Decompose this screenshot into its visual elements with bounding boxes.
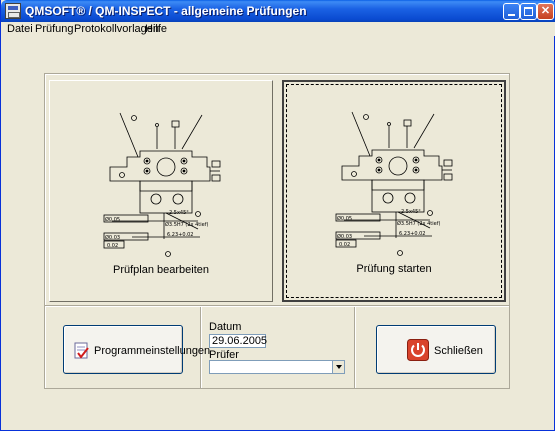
window-title: QMSOFT® / QM-INSPECT - allgemeine Prüfun…: [25, 4, 307, 18]
inspector-select[interactable]: [209, 360, 345, 374]
close-label: Schließen: [434, 345, 483, 357]
maximize-icon: [524, 7, 533, 16]
dim-tol1: Ø0.05: [337, 215, 352, 222]
app-icon[interactable]: [5, 3, 21, 19]
power-icon: [407, 339, 429, 361]
technical-drawing-icon: 2.5x45° Ø3.5H7 (2x 4tief) 6.23+0.02 Ø0.0…: [103, 112, 221, 257]
dim-chamfer: 2.5x45°: [169, 210, 189, 216]
dim-tol3: 0.02: [339, 242, 350, 248]
technical-drawing-icon: 2.5x45° Ø3.5H7 (2x 4tief) 6.23+0.02 Ø0.0…: [335, 111, 453, 256]
minimize-button[interactable]: [503, 3, 520, 20]
close-window-button[interactable]: ✕: [537, 3, 554, 20]
date-field[interactable]: 29.06.2005: [209, 334, 267, 348]
dim-tol3: 0.02: [107, 243, 118, 249]
start-test-label: Prüfung starten: [356, 263, 432, 275]
section-divider: [45, 305, 509, 307]
chevron-down-icon[interactable]: [332, 361, 344, 373]
edit-plan-panel[interactable]: 2.5x45° Ø3.5H7 (2x 4tief) 6.23+0.02 Ø0.0…: [49, 80, 273, 302]
dim-chamfer: 2.5x45°: [401, 209, 421, 215]
dim-depth: 6.23+0.02: [167, 232, 193, 238]
section-divider-right: [354, 307, 356, 388]
dim-hole: Ø3.5H7 (2x 4tief): [397, 220, 440, 227]
maximize-button[interactable]: [520, 3, 537, 20]
main-window: QMSOFT® / QM-INSPECT - allgemeine Prüfun…: [0, 0, 555, 431]
close-icon: ✕: [540, 5, 551, 17]
title-bar[interactable]: QMSOFT® / QM-INSPECT - allgemeine Prüfun…: [1, 0, 555, 22]
menu-pruefung[interactable]: Prüfung: [35, 23, 74, 35]
start-test-panel[interactable]: 2.5x45° Ø3.5H7 (2x 4tief) 6.23+0.02 Ø0.0…: [282, 80, 506, 302]
program-settings-button[interactable]: Programmeinstellungen: [63, 325, 210, 374]
edit-plan-label: Prüfplan bearbeiten: [112, 264, 209, 276]
program-settings-label: Programmeinstellungen: [94, 345, 211, 357]
dim-depth: 6.23+0.02: [399, 231, 425, 237]
menu-bar: Datei Prüfung Protokollvorlagen Hilfe: [2, 22, 555, 36]
date-label: Datum: [209, 321, 242, 333]
dim-tol2: Ø0.03: [337, 233, 352, 240]
menu-datei[interactable]: Datei: [7, 23, 33, 35]
dim-tol2: Ø0.03: [105, 234, 120, 241]
close-button[interactable]: Schließen: [376, 325, 496, 374]
checklist-icon: [74, 342, 89, 359]
dim-hole: Ø3.5H7 (2x 4tief): [165, 221, 208, 228]
minimize-icon: [508, 14, 515, 16]
menu-hilfe[interactable]: Hilfe: [145, 23, 167, 35]
dim-tol1: Ø0.05: [105, 216, 120, 223]
